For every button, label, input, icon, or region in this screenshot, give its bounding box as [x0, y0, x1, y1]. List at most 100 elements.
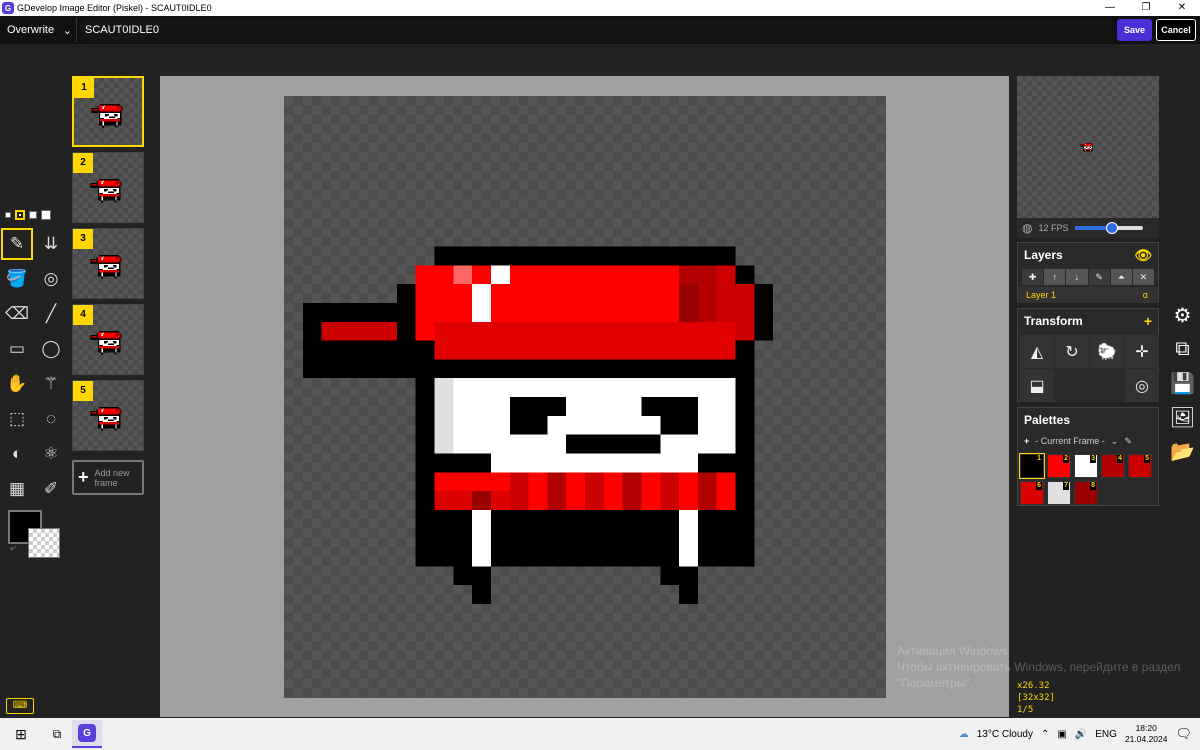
pen-size-2[interactable]: [15, 210, 25, 220]
palette-swatch-number: 4: [1117, 455, 1123, 463]
dithering-icon[interactable]: ▦: [1, 473, 33, 505]
weather-text[interactable]: 13°C Cloudy: [977, 729, 1033, 740]
canvas-size: [32x32]: [1017, 693, 1055, 703]
lasso-select-icon[interactable]: ◌: [35, 403, 67, 435]
frame-thumbnail[interactable]: 1: [72, 76, 144, 147]
rectangle-tool-icon[interactable]: ▭: [1, 333, 33, 365]
shape-select-icon[interactable]: ⚛: [35, 438, 67, 470]
replace-color-icon[interactable]: ◎: [1125, 369, 1159, 402]
open-folder-icon[interactable]: 📂: [1165, 434, 1200, 468]
fps-slider-knob[interactable]: [1105, 222, 1118, 234]
plus-icon[interactable]: +: [1144, 309, 1152, 333]
secondary-color[interactable]: [28, 528, 60, 558]
resize-icon[interactable]: ⧉: [1165, 332, 1200, 366]
minimize-button[interactable]: —: [1092, 0, 1128, 16]
flip-icon[interactable]: ◭: [1020, 335, 1054, 368]
rectangle-select-icon[interactable]: ⬚: [1, 403, 33, 435]
filename-input[interactable]: SCAUT0IDLE0: [82, 18, 1112, 42]
task-view-icon[interactable]: ⧉: [42, 727, 72, 742]
rotate-icon[interactable]: ↻: [1055, 335, 1089, 368]
clone-icon[interactable]: 🐑: [1090, 335, 1124, 368]
windows-start-icon[interactable]: ⊞: [0, 726, 42, 743]
palette-swatch[interactable]: 6: [1020, 481, 1044, 505]
layer-item[interactable]: Layer 1 α: [1018, 287, 1158, 303]
tray-chevron-icon[interactable]: ⌃: [1041, 729, 1049, 740]
paint-bucket-icon[interactable]: 🪣: [1, 263, 33, 295]
frame-thumbnail[interactable]: 2: [72, 152, 144, 223]
export-image-icon[interactable]: 🖼: [1165, 400, 1200, 434]
palette-swatch-number: 8: [1090, 482, 1096, 490]
edit-layer-icon[interactable]: ✎: [1088, 269, 1110, 285]
add-layer-icon[interactable]: ✚: [1022, 269, 1044, 285]
paint-same-color-icon[interactable]: ◎: [35, 263, 67, 295]
add-frame-label: Add new frame: [94, 467, 130, 488]
frame-thumbnail[interactable]: 4: [72, 304, 144, 375]
close-button[interactable]: ✕: [1164, 0, 1200, 16]
save-button[interactable]: Save: [1117, 19, 1152, 41]
frame-thumbnail[interactable]: 3: [72, 228, 144, 299]
pen-size-3[interactable]: [29, 211, 37, 219]
palette-swatch-number: 1: [1036, 455, 1042, 463]
move-layer-up-icon[interactable]: ↑: [1044, 269, 1066, 285]
mode-select-value: Overwrite: [7, 24, 55, 36]
onion-skin-icon[interactable]: ◍: [1022, 221, 1032, 235]
notifications-icon[interactable]: 🗨: [1175, 726, 1192, 742]
editor-topbar: Overwrite ⌄ SCAUT0IDLE0: [0, 16, 1200, 44]
save-floppy-icon[interactable]: 💾: [1165, 366, 1200, 400]
volume-icon[interactable]: 🔊: [1075, 729, 1087, 740]
palette-swatch[interactable]: 4: [1101, 454, 1125, 478]
frame-thumbnail[interactable]: 5: [72, 380, 144, 451]
windows-activation-watermark: Активация Windows Чтобы активировать Win…: [897, 643, 1180, 691]
palette-select[interactable]: - Current Frame -: [1035, 436, 1105, 446]
vertical-mirror-pen-icon[interactable]: ⇊: [35, 228, 67, 260]
restore-button[interactable]: ❐: [1128, 0, 1164, 16]
layer-alpha[interactable]: α: [1143, 287, 1148, 303]
color-picker-icon[interactable]: ✐: [35, 473, 67, 505]
delete-layer-icon[interactable]: ✕: [1132, 269, 1155, 285]
drawing-canvas[interactable]: [284, 96, 886, 698]
move-layer-down-icon[interactable]: ↓: [1066, 269, 1088, 285]
magic-wand-icon[interactable]: ⚚: [35, 368, 67, 400]
system-tray: ☁ 13°C Cloudy ⌃ ▣ 🔊 ENG 18:20 21.04.2024 …: [959, 718, 1192, 750]
fps-slider[interactable]: [1074, 222, 1143, 234]
add-frame-button[interactable]: + Add new frame: [72, 460, 144, 495]
watermark-line: "Параметры".: [897, 676, 973, 690]
cancel-button[interactable]: Cancel: [1156, 19, 1196, 41]
stroke-tool-icon[interactable]: ╱: [35, 298, 67, 330]
frame-counter: 1/5: [1017, 705, 1034, 715]
pen-tool-icon[interactable]: ✎: [1, 228, 33, 260]
lighten-tool-icon[interactable]: ◐: [1, 438, 33, 470]
palette-swatch[interactable]: 1: [1019, 453, 1045, 479]
mode-select[interactable]: Overwrite ⌄: [3, 18, 77, 42]
eye-icon[interactable]: 👁: [1134, 243, 1152, 267]
palette-swatch[interactable]: 3: [1074, 454, 1098, 478]
palette-swatch[interactable]: 8: [1074, 481, 1098, 505]
pen-size-4[interactable]: [41, 210, 51, 220]
clock-time: 18:20: [1135, 723, 1157, 733]
crop-icon[interactable]: ⬓: [1020, 369, 1054, 402]
palette-swatch[interactable]: 7: [1047, 481, 1071, 505]
circle-tool-icon[interactable]: ◯: [35, 333, 67, 365]
keyboard-shortcuts-icon[interactable]: ⌨: [6, 698, 34, 714]
empty-slot: [1055, 369, 1089, 402]
chevron-down-icon[interactable]: ⌄: [1111, 436, 1119, 447]
swap-colors-icon[interactable]: ⤶: [10, 543, 16, 554]
eraser-icon[interactable]: ⌫: [1, 298, 33, 330]
add-palette-icon[interactable]: +: [1024, 436, 1029, 446]
palette-swatch[interactable]: 5: [1128, 454, 1152, 478]
clock[interactable]: 18:20 21.04.2024: [1125, 723, 1168, 745]
gdevelop-logo-icon: G: [2, 2, 14, 14]
settings-gear-icon[interactable]: ⚙: [1165, 298, 1200, 332]
weather-cloud-icon[interactable]: ☁: [959, 729, 969, 740]
palette-swatch[interactable]: 2: [1047, 454, 1071, 478]
network-icon[interactable]: ▣: [1057, 729, 1066, 740]
taskbar-app-gdevelop[interactable]: G: [72, 720, 102, 748]
language-indicator[interactable]: ENG: [1095, 729, 1117, 740]
edit-palette-icon[interactable]: ✎: [1124, 436, 1132, 447]
merge-layer-icon[interactable]: ⏶: [1110, 269, 1132, 285]
pen-size-1[interactable]: [5, 212, 11, 218]
chevron-down-icon: ⌄: [62, 24, 72, 37]
center-icon[interactable]: ✛: [1125, 335, 1159, 368]
drawing-area: [160, 76, 1009, 717]
move-hand-icon[interactable]: ✋: [1, 368, 33, 400]
